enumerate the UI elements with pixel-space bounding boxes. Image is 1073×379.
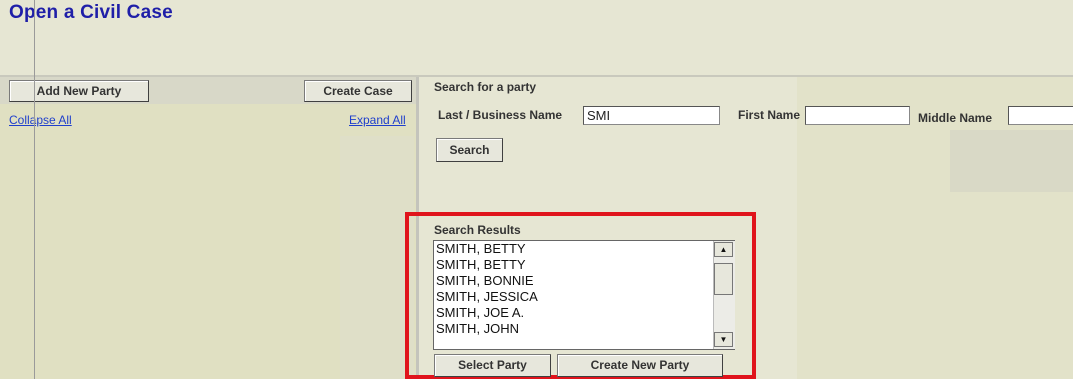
first-name-input[interactable] xyxy=(805,106,910,125)
list-item[interactable]: SMITH, BETTY xyxy=(434,257,734,273)
search-button[interactable]: Search xyxy=(436,138,503,162)
list-item[interactable]: SMITH, JOE A. xyxy=(434,305,734,321)
create-case-button[interactable]: Create Case xyxy=(304,80,412,102)
search-heading: Search for a party xyxy=(434,80,537,94)
select-party-button[interactable]: Select Party xyxy=(434,354,551,377)
scrollbar-thumb[interactable] xyxy=(714,263,733,295)
search-results-list[interactable]: SMITH, BETTY SMITH, BETTY SMITH, BONNIE … xyxy=(433,240,735,350)
list-item[interactable]: SMITH, BONNIE xyxy=(434,273,734,289)
create-new-party-button[interactable]: Create New Party xyxy=(557,354,723,377)
add-new-party-button[interactable]: Add New Party xyxy=(9,80,149,102)
first-name-label: First Name xyxy=(738,108,801,122)
list-item[interactable]: SMITH, JESSICA xyxy=(434,289,734,305)
collapse-all-link[interactable]: Collapse All xyxy=(9,113,72,127)
expand-all-link[interactable]: Expand All xyxy=(349,113,406,127)
search-results-heading: Search Results xyxy=(434,223,521,237)
results-scrollbar[interactable]: ▲ ▼ xyxy=(713,241,735,349)
left-panel-shade xyxy=(340,136,414,379)
last-name-label: Last / Business Name xyxy=(438,108,563,122)
middle-name-label: Middle Name xyxy=(918,111,993,125)
right-panel-shade-2 xyxy=(950,130,1073,192)
last-name-input[interactable] xyxy=(583,106,720,125)
tree-guide-line xyxy=(34,0,35,379)
scroll-up-arrow-icon[interactable]: ▲ xyxy=(714,242,733,257)
list-item[interactable]: SMITH, JOHN xyxy=(434,321,734,337)
scroll-down-arrow-icon[interactable]: ▼ xyxy=(714,332,733,347)
middle-name-input[interactable] xyxy=(1008,106,1073,125)
list-item[interactable]: SMITH, BETTY xyxy=(434,241,734,257)
